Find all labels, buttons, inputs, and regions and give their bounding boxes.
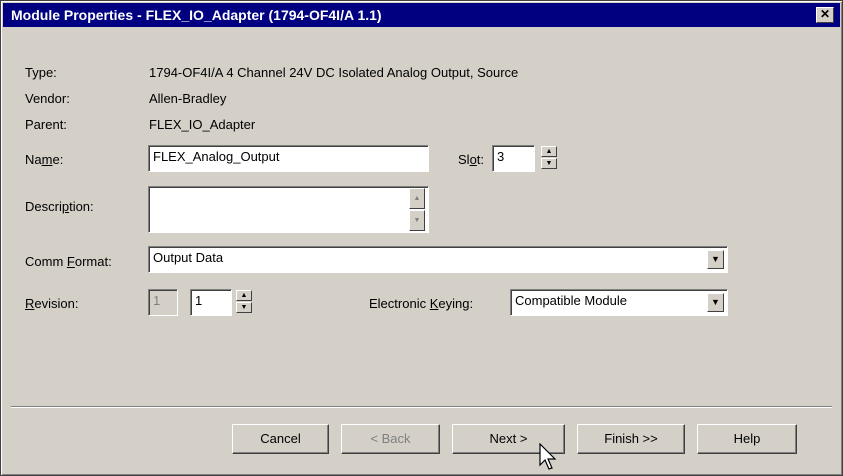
name-label: Name: [25, 152, 64, 167]
slot-input[interactable]: 3 [492, 145, 535, 172]
comm-format-label: Comm Format: [25, 254, 112, 269]
name-input[interactable]: FLEX_Analog_Output [148, 145, 429, 172]
module-properties-dialog: Module Properties - FLEX_IO_Adapter (179… [0, 0, 843, 476]
help-button[interactable]: Help [697, 424, 797, 454]
electronic-keying-select[interactable]: Compatible Module [510, 289, 728, 316]
description-label: Description: [25, 199, 94, 214]
electronic-keying-label: Electronic Keying: [369, 296, 474, 311]
finish-button[interactable]: Finish >> [577, 424, 685, 454]
revision-minor-input[interactable]: 1 [190, 289, 232, 316]
close-icon[interactable]: ✕ [816, 7, 834, 23]
spin-up-icon[interactable]: ▲ [541, 146, 557, 157]
slot-label: Slot: [458, 152, 485, 167]
comm-format-select[interactable]: Output Data [148, 246, 728, 273]
cancel-button[interactable]: Cancel [232, 424, 329, 454]
revision-spinner[interactable]: ▲ ▼ [236, 290, 252, 314]
mouse-pointer-icon [539, 443, 557, 470]
scroll-down-icon[interactable]: ▼ [409, 210, 425, 231]
spin-down-icon[interactable]: ▼ [236, 302, 252, 313]
revision-major-field: 1 [148, 289, 178, 316]
dropdown-arrow-icon[interactable]: ▼ [707, 293, 724, 312]
description-textarea[interactable] [148, 186, 429, 233]
type-label: Type: [25, 65, 57, 80]
parent-label: Parent: [25, 117, 67, 132]
spin-down-icon[interactable]: ▼ [541, 158, 557, 169]
description-scrollbar[interactable]: ▲ ▼ [409, 188, 425, 231]
parent-value: FLEX_IO_Adapter [149, 117, 256, 132]
vendor-value: Allen-Bradley [149, 91, 227, 106]
type-value: 1794-OF4I/A 4 Channel 24V DC Isolated An… [149, 65, 519, 80]
window-title: Module Properties - FLEX_IO_Adapter (179… [11, 7, 382, 23]
dropdown-arrow-icon[interactable]: ▼ [707, 250, 724, 269]
scroll-up-icon[interactable]: ▲ [409, 188, 425, 209]
separator [11, 406, 832, 408]
slot-spinner[interactable]: ▲ ▼ [541, 146, 557, 170]
vendor-label: Vendor: [25, 91, 70, 106]
revision-label: Revision: [25, 296, 79, 311]
back-button[interactable]: < Back [341, 424, 440, 454]
title-bar[interactable]: Module Properties - FLEX_IO_Adapter (179… [3, 3, 840, 27]
spin-up-icon[interactable]: ▲ [236, 290, 252, 301]
